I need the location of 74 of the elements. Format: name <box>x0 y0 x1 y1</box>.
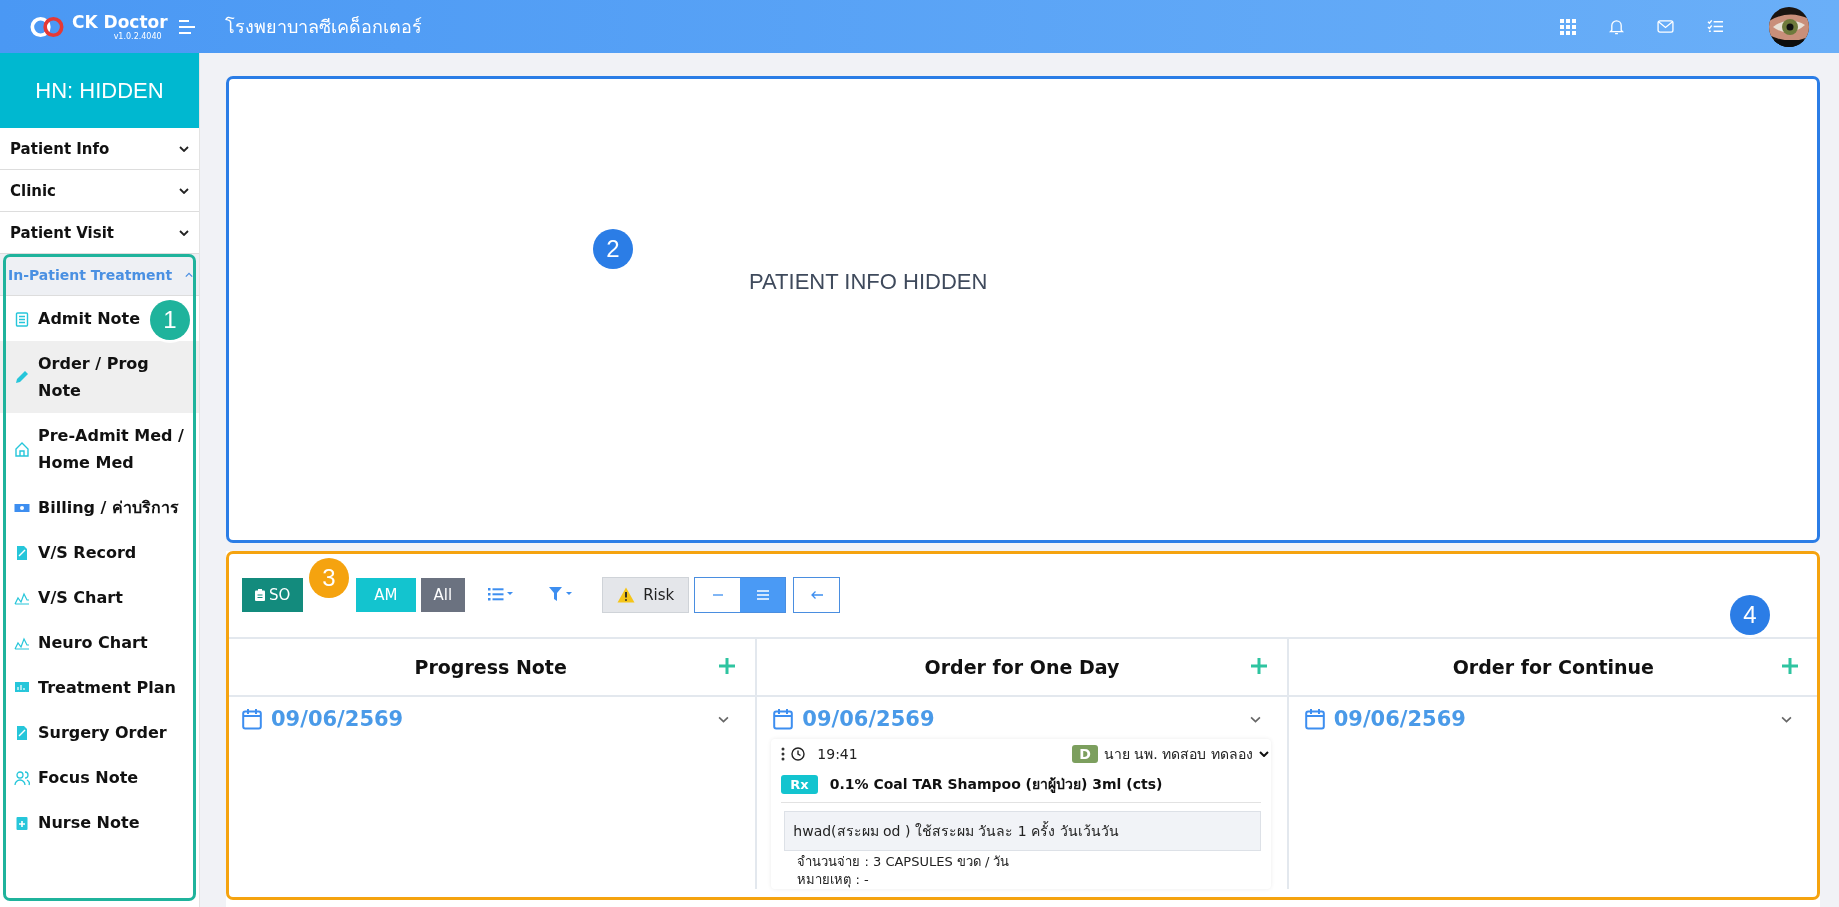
menu-item[interactable]: Treatment Plan <box>0 665 184 710</box>
doctor-name: นาย นพ. ทดสอบ ทดลอง <box>1103 745 1253 764</box>
clipplus-icon <box>14 814 30 831</box>
menu-item[interactable]: V/S Record <box>0 530 145 575</box>
menu-section[interactable]: Patient Visit <box>0 212 199 254</box>
order-time: 19:41 <box>817 746 858 762</box>
annotation-number: 2 <box>593 229 633 269</box>
chevron-down-icon[interactable] <box>1258 751 1269 757</box>
add-icon[interactable] <box>1250 658 1267 674</box>
lines-icon <box>755 589 770 601</box>
people-icon <box>14 769 30 786</box>
menu-icon[interactable] <box>177 19 196 34</box>
menu-item[interactable]: Focus Note <box>0 755 147 800</box>
kebab-icon[interactable] <box>781 747 786 761</box>
calendar-icon <box>1304 708 1325 730</box>
add-icon[interactable] <box>719 658 736 674</box>
annotation-number: 3 <box>309 558 349 598</box>
filter-icon <box>549 586 574 601</box>
calendar-icon <box>242 708 262 730</box>
apps-grid-icon[interactable] <box>1560 18 1576 35</box>
chevron-down-icon <box>179 229 189 236</box>
instruction-text: hwad(สระผม od ) ใช้สระผม วันละ 1 ครั้ง วันเว้นวัน <box>784 811 1261 851</box>
app-name: CK Doctor <box>72 11 168 32</box>
filter-button[interactable]: All <box>420 578 466 612</box>
clipboard-icon <box>14 310 30 327</box>
menu-item[interactable]: Billing / ค่าบริการ <box>0 485 187 530</box>
warning-icon <box>617 587 636 603</box>
rx-badge: Rx <box>781 774 818 794</box>
clipboard-icon <box>255 589 265 601</box>
order-detail: จำนวนจ่าย : 3 CAPSULES ขวด / วัน <box>796 853 1011 871</box>
patient-number-header: HN: HIDDEN <box>0 53 199 128</box>
mail-icon[interactable] <box>1657 20 1674 33</box>
patient-info-text: PATIENT INFO HIDDEN <box>749 269 988 295</box>
column-title: Order for Continue <box>1452 656 1654 678</box>
column-title: Order for One Day <box>924 656 1120 678</box>
annotation-number: 4 <box>1730 595 1770 635</box>
menu-item[interactable]: V/S Chart <box>0 575 131 620</box>
chevron-down-icon <box>179 145 189 152</box>
menu-item[interactable]: Neuro Chart <box>0 620 156 665</box>
menu-section[interactable]: Patient Info <box>0 128 199 170</box>
checklist-icon[interactable] <box>1707 19 1724 34</box>
calendar-icon <box>773 708 794 730</box>
doc-icon <box>14 544 30 561</box>
filter-button[interactable]: SO <box>242 578 304 612</box>
back-button[interactable] <box>793 577 841 613</box>
add-icon[interactable] <box>1782 658 1798 674</box>
order-detail: หมายเหตุ : - <box>796 871 870 889</box>
menu-section[interactable]: Clinic <box>0 170 199 212</box>
menu-item[interactable]: Pre-Admit Med / Home Med <box>0 413 199 485</box>
app-version: v1.0.2.4040 <box>113 31 162 42</box>
menu-item[interactable]: Surgery Order <box>0 710 175 755</box>
list-icon <box>488 586 515 601</box>
date-label: 09/06/2569 <box>271 707 404 731</box>
risk-button[interactable]: Risk <box>602 577 690 613</box>
home-icon <box>14 441 30 457</box>
bell-icon[interactable] <box>1609 18 1624 35</box>
caret-up-icon <box>185 271 193 278</box>
chevron-down-icon <box>179 187 189 194</box>
menu-item[interactable]: Admit Note <box>0 296 149 341</box>
arrow-left-icon <box>809 590 824 600</box>
rings-logo-icon <box>28 15 66 38</box>
drug-name: 0.1% Coal TAR Shampoo (ยาผู้ป่วย) 3ml (cts) <box>829 775 1163 795</box>
date-label: 09/06/2569 <box>802 707 935 731</box>
doc-icon <box>14 724 30 741</box>
menu-item[interactable]: Nurse Note <box>0 800 148 845</box>
clock-icon <box>791 747 806 761</box>
role-badge: D <box>1072 745 1098 763</box>
date-label: 09/06/2569 <box>1333 707 1466 731</box>
annotation-number: 1 <box>150 300 190 340</box>
list-view-button[interactable] <box>740 578 786 612</box>
pencil-icon <box>14 369 30 385</box>
hospital-name: โรงพยาบาลซีเคด็อกเตอร์ <box>225 15 422 39</box>
column-title: Progress Note <box>414 656 567 678</box>
menu-item[interactable]: Order / Prog Note <box>0 341 199 413</box>
